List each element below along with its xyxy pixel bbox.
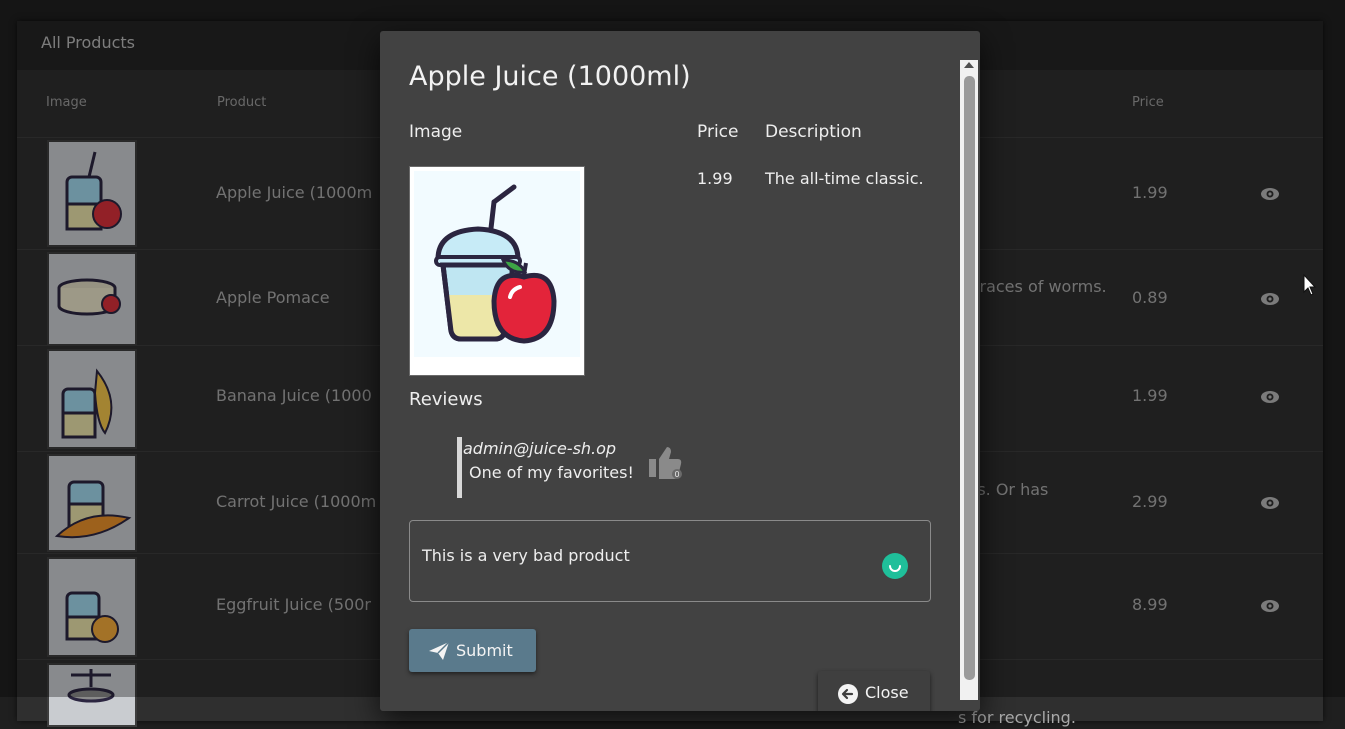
product-details-dialog: Apple Juice (1000ml) Image Price Descrip…: [380, 31, 980, 711]
review-quote-bar: [457, 437, 462, 498]
loading-indicator-icon: [882, 553, 908, 579]
paper-plane-icon: [429, 641, 450, 660]
like-count: 0: [674, 470, 679, 479]
review-input[interactable]: This is a very bad product: [409, 520, 931, 602]
close-label: Close: [865, 683, 909, 702]
close-button[interactable]: Close: [818, 671, 930, 711]
product-image: [409, 166, 585, 376]
review-input-value: This is a very bad product: [422, 546, 630, 565]
thumbs-up-icon[interactable]: 0: [647, 443, 685, 481]
arrow-left-circle-icon: [838, 684, 858, 704]
price-header: Price: [697, 122, 739, 142]
dialog-scrollbar[interactable]: [960, 60, 978, 700]
reviews-heading: Reviews: [409, 389, 483, 410]
scroll-up-arrow-icon[interactable]: [964, 62, 974, 68]
scrollbar-thumb[interactable]: [964, 76, 975, 680]
dialog-title: Apple Juice (1000ml): [409, 61, 691, 92]
apple-juice-image: [414, 171, 580, 371]
image-header: Image: [409, 122, 463, 142]
product-price-value: 1.99: [697, 169, 733, 188]
submit-button[interactable]: Submit: [409, 629, 536, 672]
review-text: One of my favorites!: [469, 463, 634, 482]
mouse-cursor-icon: [1303, 274, 1317, 296]
description-header: Description: [765, 122, 862, 142]
review-author: admin@juice-sh.op: [463, 439, 617, 458]
product-description-value: The all-time classic.: [765, 169, 924, 188]
submit-label: Submit: [456, 641, 513, 660]
